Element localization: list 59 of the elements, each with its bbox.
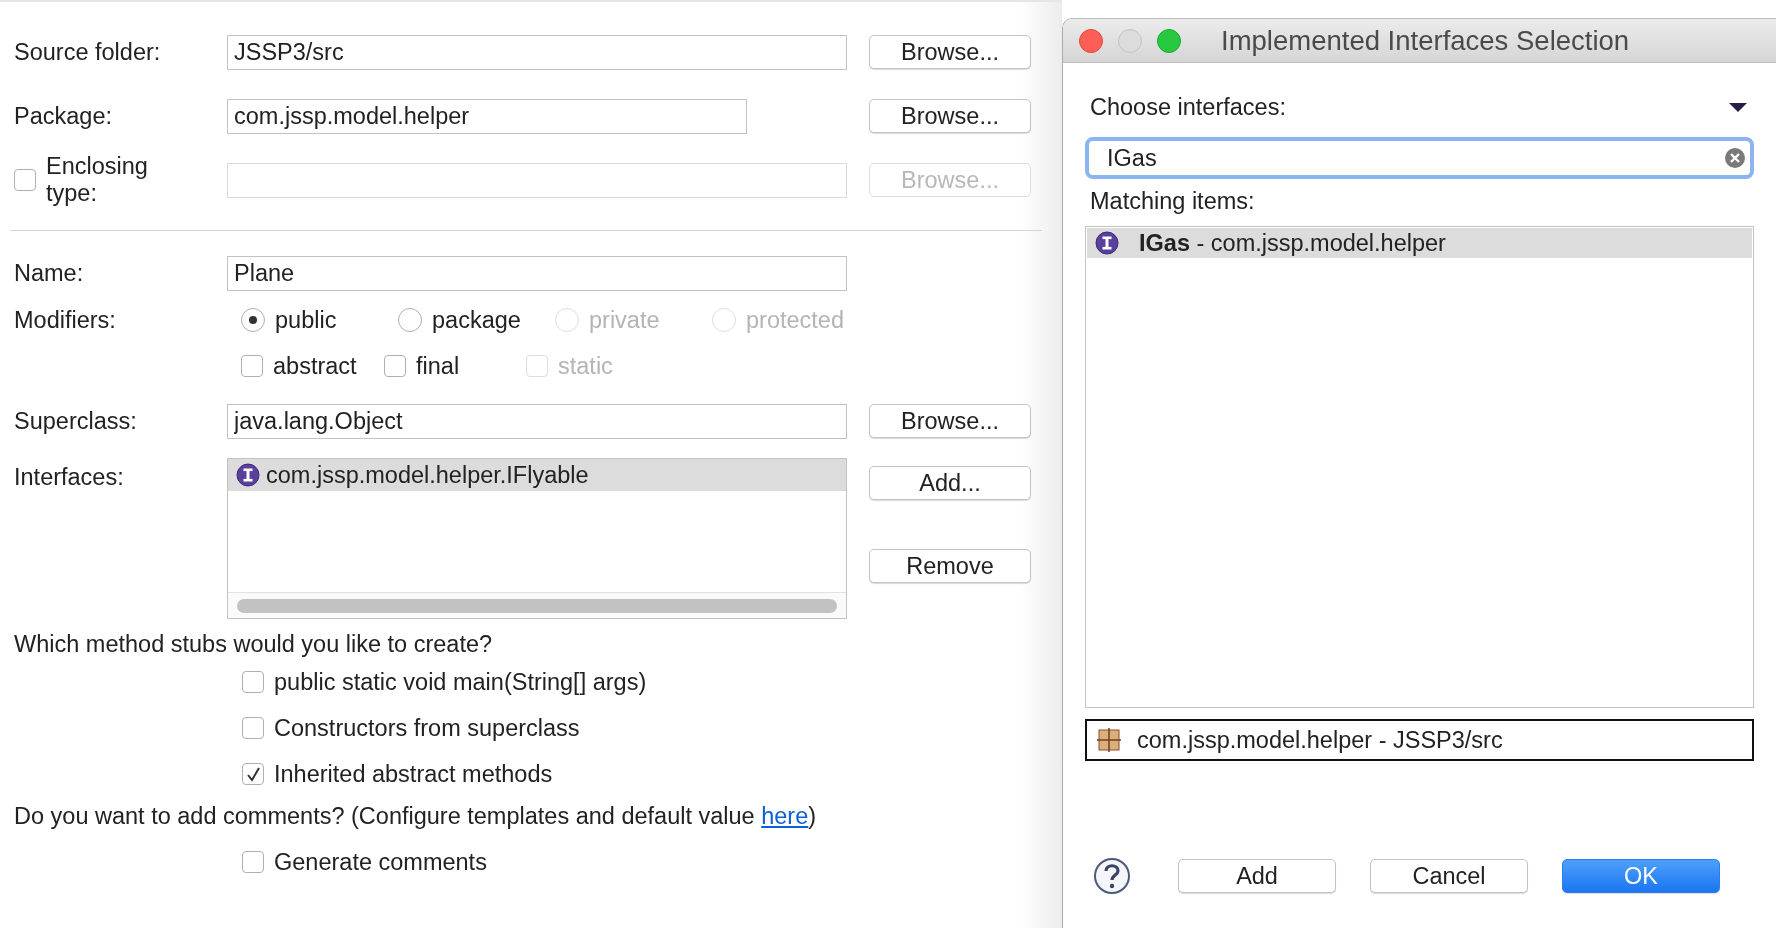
browse-button[interactable]: Browse... — [869, 35, 1031, 69]
remove-button[interactable]: Remove — [869, 549, 1031, 583]
item-text: IGas - com.jssp.model.helper — [1139, 229, 1446, 257]
field-label: Name: — [14, 259, 84, 287]
interface-icon — [236, 463, 260, 487]
field-label: Superclass: — [14, 407, 137, 435]
field-label: Enclosing type: — [46, 153, 149, 207]
field-label: Modifiers: — [14, 306, 116, 334]
text-field[interactable]: Plane — [227, 255, 847, 291]
close-button[interactable] — [1079, 28, 1103, 53]
option-label: protected — [746, 306, 844, 334]
list-item[interactable]: IGas - com.jssp.model.helper — [1087, 228, 1752, 258]
option-label: abstract — [273, 352, 357, 380]
package-icon — [1097, 728, 1121, 752]
checkbox-label: Constructors from superclass — [274, 714, 580, 742]
dropdown-triangle-icon — [1729, 102, 1747, 112]
question-text: Which method stubs would you like to create? — [13, 630, 494, 659]
text-field[interactable]: java.lang.Object — [227, 403, 847, 439]
window-title: Implemented Interfaces Selection — [1220, 24, 1630, 57]
field-label: Interfaces: — [14, 464, 124, 491]
checkbox-label: Generate comments — [274, 848, 487, 876]
checkbox[interactable] — [242, 717, 264, 739]
option-label: package — [432, 306, 521, 334]
item-text: com.jssp.model.helper.IFlyable — [266, 461, 589, 489]
radio-button[interactable] — [398, 308, 422, 332]
checkbox[interactable] — [242, 671, 264, 693]
details-text: com.jssp.model.helper - JSSP3/src — [1137, 726, 1503, 754]
checkbox-label: Inherited abstract methods — [274, 760, 553, 788]
interface-icon — [1095, 231, 1119, 255]
browse-button: Browse... — [869, 163, 1031, 197]
dialog-button[interactable]: Add — [1178, 859, 1337, 893]
dialog-button[interactable]: Cancel — [1370, 859, 1528, 893]
help-icon — [1093, 857, 1131, 895]
field-label: Package: — [14, 102, 112, 130]
field-label: Choose interfaces: — [1090, 93, 1286, 122]
text-field[interactable]: JSSP3/src — [227, 34, 847, 70]
checkbox[interactable] — [384, 355, 406, 377]
add-button[interactable]: Add... — [869, 466, 1031, 500]
option-label: private — [589, 306, 660, 334]
option-label: public — [275, 306, 337, 334]
clear-icon — [1725, 148, 1745, 168]
browse-button[interactable]: Browse... — [869, 99, 1031, 133]
checkbox[interactable] — [241, 355, 263, 377]
field-label: Matching items: — [1089, 187, 1256, 216]
browse-button[interactable]: Browse... — [869, 404, 1031, 438]
horizontal-scrollbar[interactable] — [228, 592, 846, 618]
search-field[interactable]: IGas — [1085, 137, 1754, 179]
checkbox[interactable] — [242, 763, 264, 785]
zoom-button[interactable] — [1157, 28, 1181, 53]
checkbox-label: public static void main(String[] args) — [274, 668, 647, 696]
field-label: Source folder: — [14, 38, 161, 66]
question-text: Do you want to add comments? (Configure templates and default value here) — [13, 802, 818, 831]
checkmark-icon — [244, 765, 262, 783]
option-label: static — [558, 352, 613, 380]
radio-button[interactable] — [241, 308, 265, 332]
option-label: final — [416, 352, 460, 380]
list-item[interactable]: com.jssp.model.helper.IFlyable — [228, 459, 846, 491]
text-field[interactable]: com.jssp.model.helper — [227, 98, 747, 134]
checkbox[interactable] — [242, 851, 264, 873]
